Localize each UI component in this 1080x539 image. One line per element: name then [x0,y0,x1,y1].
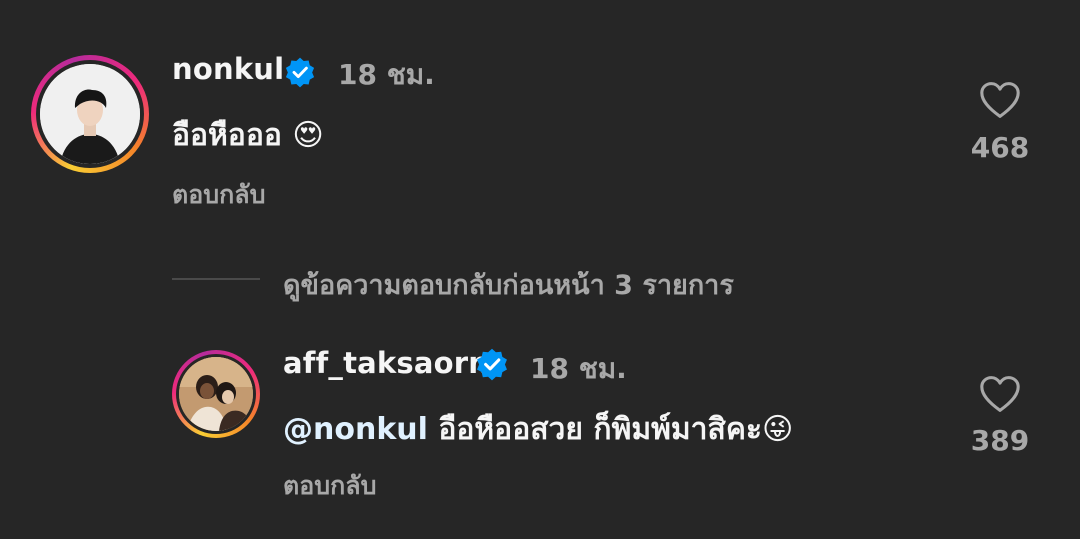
profile-photo-icon [40,64,140,164]
winking-tongue-emoji-icon: 😜 [762,412,794,447]
avatar [179,357,253,431]
comment-text: @nonkul อือหืออสวย ก็พิมพ์มาสิคะ😜 [283,406,793,453]
avatar [40,64,140,164]
verified-badge-icon [475,347,509,381]
like-heart-icon[interactable] [978,374,1022,414]
comment-body: อือหืออสวย ก็พิมพ์มาสิคะ [438,412,763,447]
heart-eyes-emoji-icon: 😍 [292,118,324,153]
reply-button[interactable]: ตอบกลับ [283,466,376,506]
avatar-ring[interactable] [31,55,149,173]
replies-divider [172,278,260,280]
comment-username[interactable]: aff_taksaorn [283,346,489,380]
mention-link[interactable]: @nonkul [283,412,428,447]
comment-text: อือหือออ 😍 [172,112,324,159]
avatar-ring[interactable] [172,350,260,438]
reply-button[interactable]: ตอบกลับ [172,175,265,215]
like-count: 389 [970,424,1030,457]
verified-badge-icon [284,56,316,88]
comment-username[interactable]: nonkul [172,52,284,86]
profile-photo-icon [179,357,253,431]
comment-2: aff_taksaorn 18 ชม. @nonkul อือหืออสวย ก… [0,320,1080,530]
view-previous-replies-button[interactable]: ดูข้อความตอบกลับก่อนหน้า 3 รายการ [283,263,734,306]
comment-1: nonkul 18 ชม. อือหือออ 😍 ตอบกลับ 468 [0,0,1080,230]
comment-body: อือหือออ [172,118,282,153]
comment-timestamp: 18 ชม. [530,352,627,385]
like-count: 468 [970,131,1030,164]
like-heart-icon[interactable] [978,80,1022,120]
comment-timestamp: 18 ชม. [338,58,435,91]
